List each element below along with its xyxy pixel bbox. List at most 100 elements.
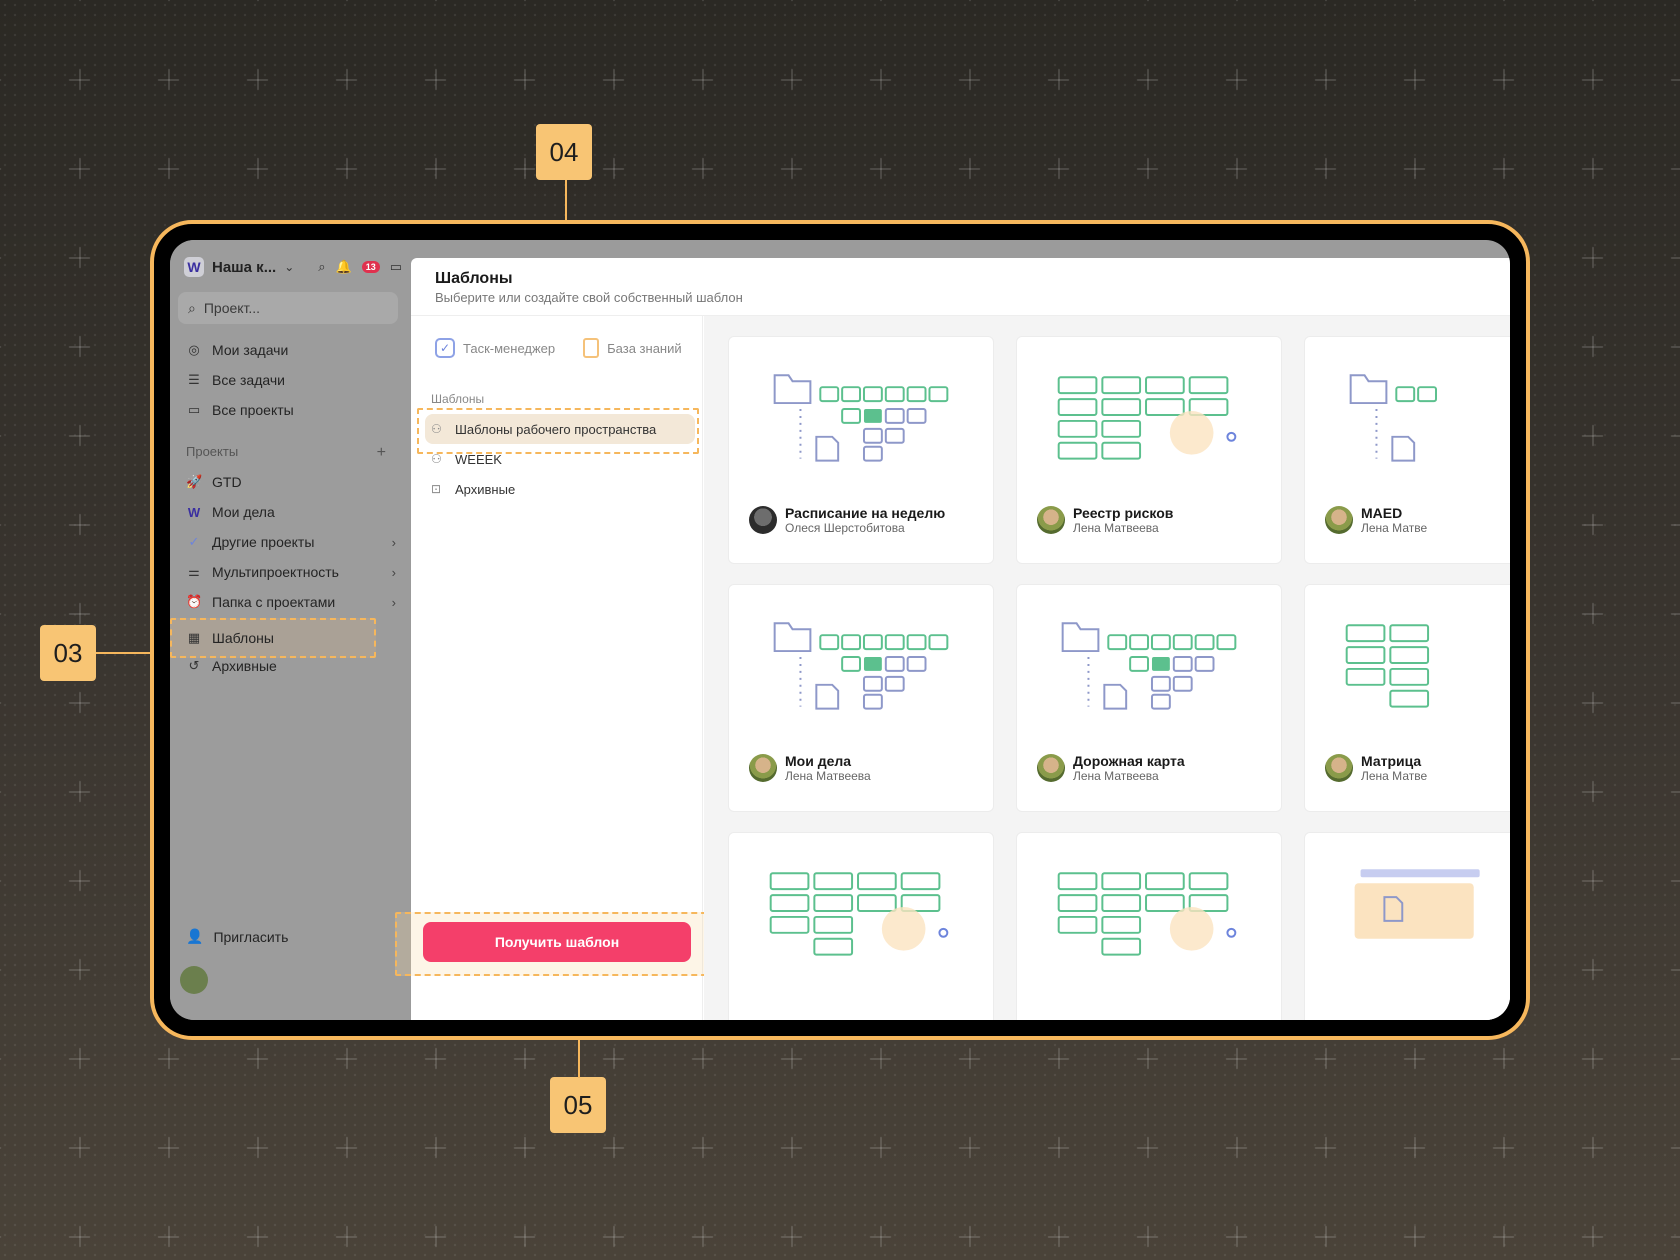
avatar xyxy=(1037,506,1065,534)
workspace-name: Наша к... xyxy=(212,258,277,276)
bell-icon[interactable]: 🔔 xyxy=(336,259,352,275)
card-title: MAED xyxy=(1361,505,1403,521)
sliders-icon: ⚌ xyxy=(188,564,200,579)
invite-button[interactable]: 👤 Пригласить xyxy=(186,928,288,945)
card-owner: Расписание на неделю Олеся Шерстобитова xyxy=(749,505,945,535)
library-item-label: Шаблоны рабочего пространства xyxy=(455,421,657,437)
card-author: Лена Матве xyxy=(1361,521,1428,535)
all-tasks-icon: ☰ xyxy=(188,372,200,387)
project-multi[interactable]: ⚌ Мультипроектность › xyxy=(186,560,396,584)
get-template-button[interactable]: Получить шаблон xyxy=(423,922,691,962)
card-owner: Матрица Лена Матве xyxy=(1325,753,1427,783)
callout-04: 04 xyxy=(536,124,592,180)
project-label: Папка с проектами xyxy=(212,594,336,610)
library-label: Шаблоны xyxy=(431,392,485,406)
library-item-weeek[interactable]: ⚇ WEEEK xyxy=(425,444,695,474)
template-illustration xyxy=(773,374,949,462)
chevron-down-icon[interactable]: ⌄ xyxy=(284,260,294,274)
card-owner: Реестр рисков Лена Матвеева xyxy=(1037,505,1173,535)
app-screen: W Наша к... ⌄ ⌕ 🔔 13 ▭ ⌕ Проект... ◎ Мои… xyxy=(170,240,1510,1020)
users-icon: ⚇ xyxy=(431,452,442,466)
invite-label: Пригласить xyxy=(213,928,289,945)
chevron-right-icon[interactable]: › xyxy=(392,595,396,610)
nav-archive[interactable]: ↺ Архивные xyxy=(186,654,396,678)
template-card[interactable]: Реестр рисков Лена Матвеева xyxy=(1016,336,1282,564)
project-my-affairs[interactable]: W Мои дела xyxy=(186,500,396,524)
callout-05: 05 xyxy=(550,1077,606,1133)
modal-header: Шаблоны Выберите или создайте свой собст… xyxy=(411,258,1510,316)
template-card[interactable]: MAED Лена Матве xyxy=(1304,336,1510,564)
card-title: Дорожная карта xyxy=(1073,753,1185,769)
device-frame: W Наша к... ⌄ ⌕ 🔔 13 ▭ ⌕ Проект... ◎ Мои… xyxy=(150,220,1530,1040)
nav-label: Все задачи xyxy=(212,372,285,388)
template-illustration xyxy=(1057,376,1237,460)
project-other[interactable]: ✓ Другие проекты › xyxy=(186,530,396,554)
card-title: Мои дела xyxy=(785,753,852,769)
nav-label: Шаблоны xyxy=(212,630,274,646)
template-card[interactable]: Мои дела Лена Матвеева xyxy=(728,584,994,812)
add-project-icon[interactable]: + xyxy=(377,444,386,462)
app-sidebar: W Наша к... ⌄ ⌕ 🔔 13 ▭ ⌕ Проект... ◎ Мои… xyxy=(170,240,410,1020)
nav-label: Все проекты xyxy=(212,402,294,418)
template-card[interactable]: Расписание на неделю Олеся Шерстобитова xyxy=(728,336,994,564)
modal-library-panel: ✓ Таск-менеджер База знаний Шаблоны ⚇ Ша… xyxy=(395,316,717,1020)
history-icon: ↺ xyxy=(188,658,200,673)
workspace-row[interactable]: W Наша к... ⌄ ⌕ 🔔 13 ▭ xyxy=(184,254,402,280)
chevron-right-icon[interactable]: › xyxy=(392,535,396,550)
alarm-icon: ⏰ xyxy=(186,594,203,609)
user-add-icon: 👤 xyxy=(186,928,204,944)
weeek-logo-icon: W xyxy=(187,504,201,520)
card-owner: Дорожная карта Лена Матвеева xyxy=(1037,753,1185,783)
panel-toggle-icon[interactable]: ▭ xyxy=(390,259,402,275)
templates-grid: Расписание на неделю Олеся Шерстобитова xyxy=(704,316,1510,1020)
search-icon[interactable]: ⌕ xyxy=(318,259,325,275)
callout-03: 03 xyxy=(40,625,96,681)
tab-label: База знаний xyxy=(607,340,682,356)
nav-all-tasks[interactable]: ☰ Все задачи xyxy=(186,368,396,392)
workspace-logo-icon: W xyxy=(184,257,204,277)
card-author: Олеся Шерстобитова xyxy=(785,521,905,535)
tab-knowledge-base[interactable]: База знаний xyxy=(583,338,682,358)
template-card[interactable] xyxy=(728,832,994,1020)
project-folder[interactable]: ⏰ Папка с проектами › xyxy=(186,590,396,614)
nav-all-projects[interactable]: ▭ Все проекты xyxy=(186,398,396,422)
project-label: GTD xyxy=(212,474,242,490)
library-item-archive[interactable]: ⊡ Архивные xyxy=(425,474,695,504)
template-card[interactable]: Дорожная карта Лена Матвеева xyxy=(1016,584,1282,812)
modal-subtitle: Выберите или создайте свой собственный ш… xyxy=(435,290,743,305)
rocket-icon: 🚀 xyxy=(186,474,203,489)
project-search-input[interactable]: ⌕ Проект... xyxy=(178,292,398,324)
template-card[interactable] xyxy=(1016,832,1282,1020)
users-icon: ⚇ xyxy=(431,422,442,436)
card-title: Матрица xyxy=(1361,753,1422,769)
template-card[interactable] xyxy=(1304,832,1510,1020)
library-item-workspace[interactable]: ⚇ Шаблоны рабочего пространства xyxy=(425,414,695,444)
nav-my-tasks[interactable]: ◎ Мои задачи xyxy=(186,338,396,362)
nav-templates[interactable]: ▦ Шаблоны xyxy=(186,626,396,650)
nav-label: Мои задачи xyxy=(212,342,289,358)
project-label: Другие проекты xyxy=(212,534,315,550)
archive-icon: ⊡ xyxy=(431,482,442,496)
project-label: Мои дела xyxy=(212,504,275,520)
project-gtd[interactable]: 🚀 GTD xyxy=(186,470,396,494)
tab-task-manager[interactable]: ✓ Таск-менеджер xyxy=(435,338,555,358)
templates-modal: Шаблоны Выберите или создайте свой собст… xyxy=(395,258,1510,1020)
modal-tabs: ✓ Таск-менеджер База знаний xyxy=(435,338,682,358)
template-illustration xyxy=(1057,872,1237,956)
template-card[interactable]: Матрица Лена Матве xyxy=(1304,584,1510,812)
avatar[interactable] xyxy=(180,966,208,994)
notification-badge: 13 xyxy=(361,261,380,273)
folder-icon: ▭ xyxy=(187,402,201,417)
library-item-label: Архивные xyxy=(455,481,516,497)
avatar xyxy=(1325,754,1353,782)
card-title: Реестр рисков xyxy=(1073,505,1174,521)
template-illustration xyxy=(773,622,949,710)
template-illustration xyxy=(1061,622,1237,710)
search-placeholder: Проект... xyxy=(203,300,261,316)
my-tasks-icon: ◎ xyxy=(188,342,200,357)
avatar xyxy=(749,506,777,534)
card-title: Расписание на неделю xyxy=(785,505,946,521)
projects-label: Проекты xyxy=(186,444,239,459)
avatar xyxy=(749,754,777,782)
chevron-right-icon[interactable]: › xyxy=(392,565,396,580)
